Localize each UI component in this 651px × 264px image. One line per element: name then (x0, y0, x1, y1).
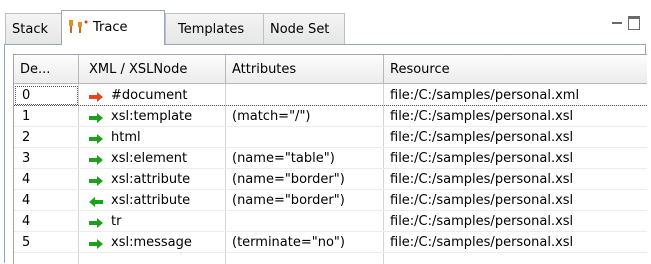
cell-depth: 5 (22, 235, 31, 250)
cell-attributes: (name="border") (232, 193, 345, 208)
cell-attributes (226, 211, 384, 232)
arrow-right-icon (89, 133, 103, 144)
arrow-right-icon (89, 154, 103, 165)
table-row[interactable]: 4 xsl:attribute (name="border") file:/C:/sa… (14, 169, 647, 190)
view-tab-bar: Stack Trace Templates Node Set (0, 0, 651, 47)
table-row[interactable]: 2 html file:/C:/samples/personal.xsl (14, 127, 647, 148)
cell-attributes: (terminate="no") (232, 235, 345, 250)
cell-resource: file:/C:/samples/personal.xsl (390, 130, 574, 145)
cell-node: xsl:attribute (79, 190, 226, 211)
column-header-resource[interactable]: Resource (384, 55, 647, 84)
cell-attributes (226, 85, 384, 106)
table-row[interactable]: 4 xsl:attribute (name="border") file:/C:/sa… (14, 190, 647, 211)
arrow-right-icon (89, 175, 103, 186)
tab-templates[interactable]: Templates (165, 13, 263, 44)
cell-attributes: (name="border") (232, 172, 345, 187)
cell-node: xsl:message (79, 232, 226, 253)
cell-node-label: #document (111, 88, 188, 103)
cell-resource: file:/C:/samples/personal.xsl (390, 214, 574, 229)
column-header-depth[interactable]: De... (14, 55, 79, 84)
cell-resource: file:/C:/samples/personal.xml (390, 88, 580, 103)
cell-node: xsl:attribute (79, 169, 226, 190)
tab-trace-label: Trace (93, 20, 128, 35)
cell-node-label: xsl:message (111, 235, 192, 250)
cell-resource: file:/C:/samples/personal.xsl (390, 109, 574, 124)
cell-node: xsl:element (79, 148, 226, 169)
cell-resource: file:/C:/samples/personal.xsl (390, 193, 574, 208)
cell-depth: 4 (22, 214, 31, 229)
table-row[interactable]: 1 xsl:template (match="/") file:/C:/samples… (14, 106, 647, 127)
cell-node: xsl:template (79, 106, 226, 127)
table-row[interactable]: 4 tr file:/C:/samples/personal.xsl (14, 211, 647, 232)
row-divider (14, 252, 647, 253)
cell-depth: 2 (22, 130, 31, 145)
table-row[interactable]: 5 xsl:message (terminate="no") file:/C:/sam… (14, 232, 647, 253)
tab-stack[interactable]: Stack (5, 13, 61, 44)
cell-attributes (226, 127, 384, 148)
cell-node: tr (79, 211, 226, 232)
arrow-right-icon (89, 217, 103, 228)
cell-node-label: xsl:attribute (111, 193, 191, 208)
arrow-right-icon (89, 91, 103, 102)
trace-table[interactable]: De... XML / XSLNode Attributes Resource … (13, 54, 647, 264)
cell-depth: 4 (22, 172, 31, 187)
cell-depth: 3 (22, 151, 31, 166)
tab-node-set[interactable]: Node Set (263, 13, 345, 44)
cell-node-label: tr (111, 214, 122, 229)
arrow-right-icon (89, 238, 103, 249)
column-header-attributes[interactable]: Attributes (226, 55, 384, 84)
cell-node-label: html (111, 130, 141, 145)
minimize-icon[interactable] (612, 22, 622, 28)
tab-trace[interactable]: Trace (61, 10, 165, 45)
cell-node-label: xsl:element (111, 151, 188, 166)
view-left-border (4, 44, 5, 263)
tab-stack-label: Stack (12, 22, 48, 37)
cell-attributes: (name="table") (232, 151, 335, 166)
focus-indicator (14, 105, 647, 106)
cell-node: html (79, 127, 226, 148)
cell-node-label: xsl:template (111, 109, 193, 124)
tab-templates-label: Templates (178, 22, 245, 37)
cell-attributes: (match="/") (232, 109, 311, 124)
cell-depth: 4 (22, 193, 31, 208)
cell-node-label: xsl:attribute (111, 172, 191, 187)
arrow-right-icon (89, 112, 103, 123)
tab-node-set-label: Node Set (270, 22, 330, 37)
table-row[interactable]: 0 #document file:/C:/samples/personal.xml (14, 85, 647, 106)
cell-resource: file:/C:/samples/personal.xsl (390, 235, 574, 250)
cell-node: #document (79, 85, 226, 106)
trace-icon (68, 14, 90, 33)
column-header-node[interactable]: XML / XSLNode (79, 55, 226, 84)
cell-depth: 1 (22, 109, 31, 124)
cell-depth: 0 (14, 85, 79, 106)
cell-resource: file:/C:/samples/personal.xsl (390, 151, 574, 166)
table-row[interactable]: 3 xsl:element (name="table") file:/C:/sampl… (14, 148, 647, 169)
arrow-left-icon (89, 196, 103, 207)
maximize-icon[interactable] (628, 16, 640, 30)
cell-resource: file:/C:/samples/personal.xsl (390, 172, 574, 187)
